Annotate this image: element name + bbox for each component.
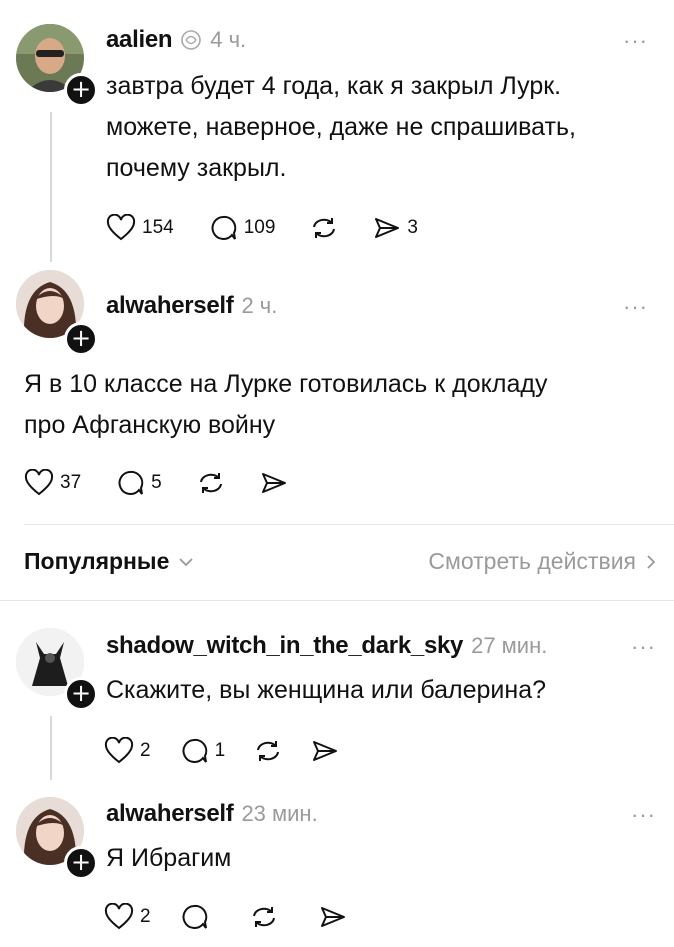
divider xyxy=(0,600,674,601)
share-button[interactable] xyxy=(260,469,288,497)
heart-icon xyxy=(106,214,136,241)
like-count: 154 xyxy=(142,217,174,238)
like-count: 2 xyxy=(140,740,151,761)
like-button[interactable]: 2 xyxy=(104,903,151,931)
heart-icon xyxy=(24,469,54,496)
repost-icon xyxy=(313,218,336,238)
more-options-button[interactable]: ··· xyxy=(631,802,656,828)
share-button[interactable]: 3 xyxy=(373,214,418,242)
comment-button[interactable]: 109 xyxy=(208,214,276,242)
reply-actions: 2 xyxy=(104,903,381,931)
repost-button[interactable] xyxy=(196,469,226,497)
comment-icon xyxy=(211,215,236,240)
repost-button[interactable] xyxy=(253,737,283,765)
username[interactable]: aalien xyxy=(106,26,173,54)
follow-button[interactable]: + xyxy=(64,677,98,711)
sort-dropdown[interactable]: Популярные xyxy=(24,548,195,575)
reply-text: Скажите, вы женщина или балерина? xyxy=(106,676,547,704)
repost-button[interactable] xyxy=(249,903,279,931)
username[interactable]: alwaherself xyxy=(106,292,234,320)
repost-icon xyxy=(252,907,275,927)
verified-icon xyxy=(180,29,202,51)
share-button[interactable] xyxy=(311,737,339,765)
comment-icon xyxy=(118,470,144,495)
share-icon xyxy=(375,218,400,238)
reply-text: Я Ибрагим xyxy=(106,844,232,872)
like-count: 37 xyxy=(60,472,82,493)
username[interactable]: shadow_witch_in_the_dark_sky xyxy=(106,632,463,660)
follow-button[interactable]: + xyxy=(64,322,98,356)
share-icon xyxy=(261,473,286,493)
post-time: 4 ч. xyxy=(210,27,247,52)
comment-count: 5 xyxy=(151,472,162,493)
comment-icon xyxy=(182,738,207,763)
comment-count: 109 xyxy=(243,217,276,238)
share-count: 3 xyxy=(407,217,418,238)
like-button[interactable]: 154 xyxy=(106,214,174,242)
post-time: 27 мин. xyxy=(471,633,548,658)
more-options-button[interactable]: ··· xyxy=(623,28,648,54)
share-icon xyxy=(313,741,338,761)
comment-button[interactable]: 5 xyxy=(115,469,162,497)
chevron-right-icon xyxy=(647,554,656,569)
follow-button[interactable]: + xyxy=(64,73,98,107)
comment-button[interactable] xyxy=(179,903,209,931)
repost-button[interactable] xyxy=(309,214,339,242)
heart-icon xyxy=(104,737,134,764)
username[interactable]: alwaherself xyxy=(106,800,234,828)
like-count: 2 xyxy=(140,906,151,927)
share-button[interactable] xyxy=(319,903,347,931)
chevron-down-icon xyxy=(179,557,194,566)
like-button[interactable]: 2 xyxy=(104,737,151,765)
share-icon xyxy=(320,907,345,927)
divider xyxy=(24,524,674,525)
post-time: 2 ч. xyxy=(241,293,278,318)
post-time: 23 мин. xyxy=(241,801,318,826)
heart-icon xyxy=(104,903,134,930)
more-options-button[interactable]: ··· xyxy=(623,294,648,320)
comment-count: 1 xyxy=(214,740,226,761)
more-options-button[interactable]: ··· xyxy=(631,634,656,660)
post-actions: 154 109 3 xyxy=(106,214,452,242)
thread-line xyxy=(50,716,52,780)
reply-actions: 2 1 xyxy=(104,737,373,765)
sort-label: Популярные xyxy=(24,548,170,574)
thread-line xyxy=(50,112,52,262)
repost-icon xyxy=(199,473,222,493)
post-text: Я в 10 классе на Лурке готовилась к докл… xyxy=(24,370,548,439)
view-activity-link[interactable]: Смотреть действия xyxy=(428,548,658,575)
comment-button[interactable]: 1 xyxy=(179,737,226,765)
repost-icon xyxy=(257,741,280,761)
post-text: завтра будет 4 года, как я закрыл Лурк. … xyxy=(106,72,576,182)
like-button[interactable]: 37 xyxy=(24,469,81,497)
post-actions: 37 5 xyxy=(24,469,322,497)
follow-button[interactable]: + xyxy=(64,846,98,880)
comment-icon xyxy=(182,904,207,929)
